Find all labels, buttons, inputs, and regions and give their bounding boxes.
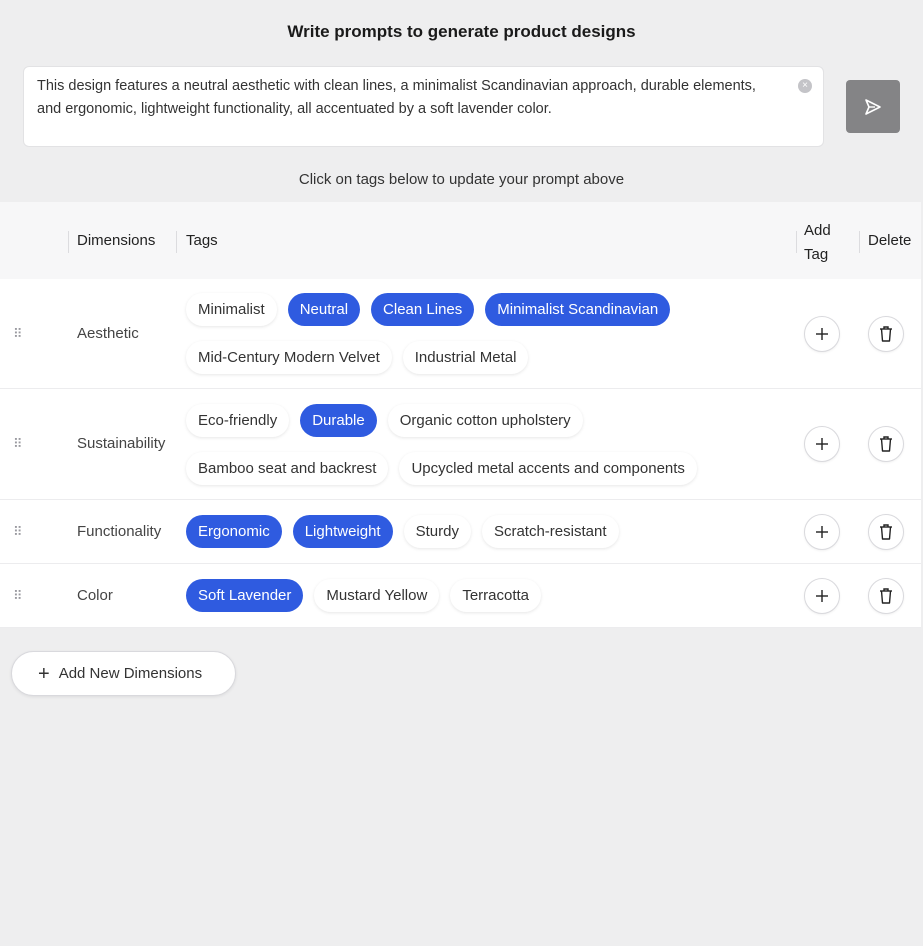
column-divider <box>68 231 69 253</box>
tag-list: Ergonomic Lightweight Sturdy Scratch-resist… <box>186 515 746 548</box>
table-row: ⠿ Aesthetic Minimalist Neutral Clean Lines Mi… <box>0 279 921 389</box>
tag-chip[interactable]: Scratch-resistant <box>481 515 619 548</box>
header-dimensions: Dimensions <box>77 232 156 249</box>
clear-icon[interactable]: × <box>798 79 812 93</box>
drag-handle-icon[interactable]: ⠿ <box>13 437 25 451</box>
add-tag-button[interactable] <box>804 578 840 614</box>
column-divider <box>796 231 797 253</box>
dimensions-table: Dimensions Tags Add Tag Delete ⠿ Aestheti… <box>0 202 921 628</box>
delete-dimension-button[interactable] <box>868 514 904 550</box>
plus-icon <box>814 326 830 342</box>
plus-icon <box>814 436 830 452</box>
tag-chip-selected[interactable]: Soft Lavender <box>186 579 304 612</box>
prompt-text: This design features a neutral aesthetic… <box>37 78 756 117</box>
tag-chip[interactable]: Bamboo seat and backrest <box>186 452 389 485</box>
tag-chip[interactable]: Mid-Century Modern Velvet <box>186 341 392 374</box>
tag-chip[interactable]: Industrial Metal <box>402 341 529 374</box>
header-add-tag: Add Tag <box>804 222 831 263</box>
delete-dimension-button[interactable] <box>868 578 904 614</box>
add-tag-button[interactable] <box>804 316 840 352</box>
drag-handle-icon[interactable]: ⠿ <box>13 525 25 539</box>
column-divider <box>859 231 860 253</box>
tag-chip-selected[interactable]: Minimalist Scandinavian <box>485 293 671 326</box>
tag-chip-selected[interactable]: Clean Lines <box>371 293 475 326</box>
plus-icon <box>814 524 830 540</box>
column-divider <box>176 231 177 253</box>
tag-list: Eco-friendly Durable Organic cotton uphols… <box>186 404 746 485</box>
header-delete: Delete <box>868 232 912 249</box>
trash-icon <box>878 435 894 453</box>
delete-dimension-button[interactable] <box>868 316 904 352</box>
tag-chip[interactable]: Upcycled metal accents and components <box>399 452 697 485</box>
dimension-label: Functionality <box>77 523 162 540</box>
hint-text: Click on tags below to update your promp… <box>298 171 625 188</box>
table-header: Dimensions Tags Add Tag Delete <box>0 202 921 279</box>
tag-chip[interactable]: Minimalist <box>186 293 277 326</box>
tag-chip-selected[interactable]: Neutral <box>287 293 361 326</box>
tag-chip[interactable]: Sturdy <box>403 515 471 548</box>
trash-icon <box>878 523 894 541</box>
tag-chip[interactable]: Eco-friendly <box>186 404 290 437</box>
plus-icon: + <box>38 662 50 685</box>
send-icon <box>865 98 881 115</box>
tag-chip-selected[interactable]: Lightweight <box>292 515 393 548</box>
tag-list: Soft Lavender Mustard Yellow Terracotta <box>186 579 746 612</box>
dimension-label: Aesthetic <box>77 325 139 342</box>
tag-chip[interactable]: Terracotta <box>450 579 542 612</box>
add-tag-button[interactable] <box>804 426 840 462</box>
dimension-label: Color <box>77 587 113 604</box>
delete-dimension-button[interactable] <box>868 426 904 462</box>
header-tags: Tags <box>186 232 218 249</box>
drag-handle-icon[interactable]: ⠿ <box>13 327 25 341</box>
tag-chip[interactable]: Mustard Yellow <box>314 579 440 612</box>
tag-chip-selected[interactable]: Durable <box>300 404 377 437</box>
plus-icon <box>814 588 830 604</box>
tag-list: Minimalist Neutral Clean Lines Minimalist S… <box>186 293 746 374</box>
table-row: ⠿ Color Soft Lavender Mustard Yellow Terraco… <box>0 564 921 628</box>
tag-chip-selected[interactable]: Ergonomic <box>186 515 282 548</box>
page-title: Write prompts to generate product design… <box>287 22 636 41</box>
trash-icon <box>878 587 894 605</box>
table-row: ⠿ Functionality Ergonomic Lightweight Sturdy… <box>0 500 921 564</box>
trash-icon <box>878 325 894 343</box>
drag-handle-icon[interactable]: ⠿ <box>13 589 25 603</box>
prompt-input[interactable]: This design features a neutral aesthetic… <box>23 66 824 147</box>
add-new-dimension-button[interactable]: + Add New Dimensions <box>11 651 236 696</box>
dimension-label: Sustainability <box>77 435 166 452</box>
add-new-dimension-label: Add New Dimensions <box>58 665 203 682</box>
table-row: ⠿ Sustainability Eco-friendly Durable Organi… <box>0 389 921 500</box>
tag-chip[interactable]: Organic cotton upholstery <box>387 404 583 437</box>
table-body: ⠿ Aesthetic Minimalist Neutral Clean Lines Mi… <box>0 279 921 628</box>
add-tag-button[interactable] <box>804 514 840 550</box>
send-button[interactable] <box>846 80 900 133</box>
